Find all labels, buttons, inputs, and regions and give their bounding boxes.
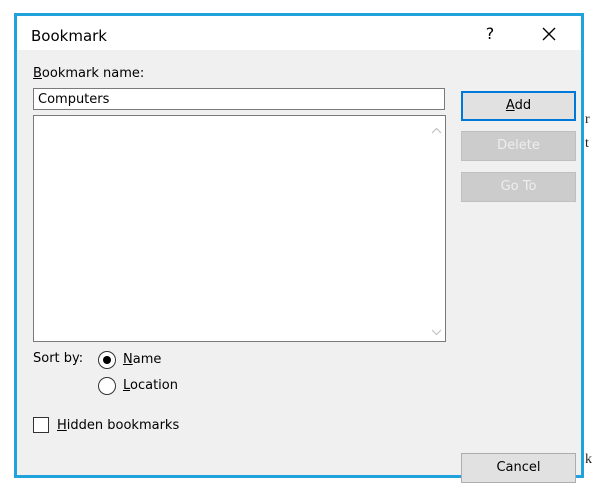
background-text-fragment: t bbox=[585, 136, 589, 151]
close-icon bbox=[542, 27, 556, 41]
scroll-up-button[interactable] bbox=[428, 119, 445, 136]
bookmark-dialog: Bookmark ? Bookmark name: Computers Add … bbox=[14, 13, 584, 483]
add-button[interactable]: Add bbox=[461, 91, 576, 121]
help-button[interactable]: ? bbox=[475, 21, 505, 47]
help-icon: ? bbox=[485, 24, 495, 43]
background-text-fragment: r bbox=[585, 112, 590, 127]
sort-by-label: Sort by: bbox=[33, 351, 84, 366]
accelerator-key: A bbox=[505, 98, 515, 113]
scroll-down-button[interactable] bbox=[428, 321, 445, 338]
label-text: ookmark name: bbox=[41, 66, 145, 81]
go-to-button[interactable]: Go To bbox=[461, 172, 576, 202]
background-text-fragment: k bbox=[585, 452, 592, 467]
label-text: ocation bbox=[130, 378, 178, 393]
sort-name-label[interactable]: Name bbox=[123, 352, 161, 367]
accelerator-key: N bbox=[123, 352, 133, 367]
label-text: idden bookmarks bbox=[66, 418, 180, 433]
bookmark-list[interactable] bbox=[33, 115, 446, 342]
hidden-bookmarks-label[interactable]: Hidden bookmarks bbox=[57, 418, 179, 433]
accelerator-key: L bbox=[123, 378, 131, 393]
sort-name-radio[interactable] bbox=[98, 351, 116, 369]
label-text: ame bbox=[132, 352, 162, 367]
list-scrollbar[interactable] bbox=[428, 116, 445, 341]
cancel-button[interactable]: Cancel bbox=[461, 453, 576, 483]
sort-location-radio[interactable] bbox=[98, 377, 116, 395]
chevron-down-icon bbox=[431, 329, 442, 336]
delete-button[interactable]: Delete bbox=[461, 131, 576, 161]
bookmark-name-input[interactable] bbox=[33, 88, 445, 110]
button-text: dd bbox=[514, 98, 532, 113]
dialog-title: Bookmark bbox=[31, 27, 107, 45]
bookmark-name-label: Bookmark name: bbox=[33, 66, 144, 81]
radio-selected-dot bbox=[103, 356, 111, 364]
sort-location-label[interactable]: Location bbox=[123, 378, 178, 393]
close-button[interactable] bbox=[529, 21, 569, 47]
screen: r t k Bookmark ? Bookmark name: Computer… bbox=[0, 0, 599, 493]
hidden-bookmarks-checkbox[interactable] bbox=[33, 417, 49, 433]
accelerator-key: B bbox=[33, 66, 42, 81]
chevron-up-icon bbox=[431, 127, 442, 134]
accelerator-key: H bbox=[57, 418, 67, 433]
title-bar: Bookmark ? bbox=[17, 16, 581, 50]
